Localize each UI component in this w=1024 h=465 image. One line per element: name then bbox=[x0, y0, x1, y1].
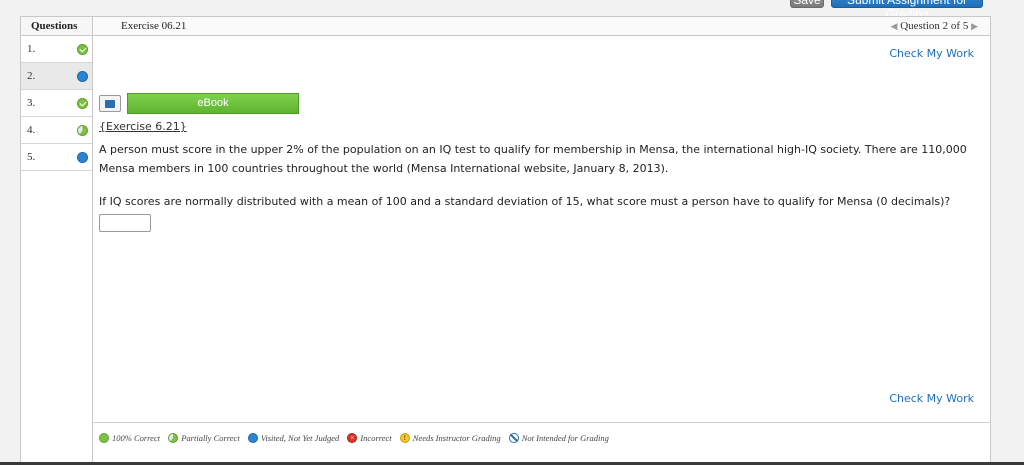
legend-label: Partially Correct bbox=[181, 433, 240, 443]
submit-assignment-button[interactable]: Submit Assignment for Grading bbox=[831, 0, 983, 21]
question-item-3[interactable]: 3. bbox=[21, 90, 92, 117]
question-item-4[interactable]: 4. bbox=[21, 117, 92, 144]
legend-item: ! Needs Instructor Grading bbox=[399, 433, 501, 443]
status-legend: 100% Correct Partially Correct Visited, … bbox=[93, 422, 990, 452]
check-my-work-link-bottom[interactable]: Check My Work bbox=[889, 392, 974, 405]
next-question-icon[interactable]: ▶ bbox=[971, 21, 978, 31]
exercise-title: Exercise 06.21 bbox=[121, 20, 187, 32]
partial-icon bbox=[168, 433, 179, 443]
question-number: 5. bbox=[27, 151, 36, 163]
exercise-reference-link[interactable]: {Exercise 6.21} bbox=[99, 120, 187, 133]
question-prompt: A person must score in the upper 2% of t… bbox=[99, 143, 967, 175]
incorrect-icon: × bbox=[347, 433, 358, 443]
legend-label: Visited, Not Yet Judged bbox=[260, 433, 340, 443]
visited-icon bbox=[77, 71, 88, 82]
ebook-button[interactable]: eBook bbox=[127, 93, 299, 114]
correct-icon bbox=[77, 98, 88, 109]
legend-label: Not Intended for Grading bbox=[521, 433, 609, 443]
save-button[interactable]: Save bbox=[790, 0, 824, 8]
question-number: 3. bbox=[27, 97, 36, 109]
question-item-5[interactable]: 5. bbox=[21, 144, 92, 171]
book-icon[interactable] bbox=[99, 95, 121, 112]
answer-input[interactable] bbox=[99, 214, 151, 232]
assignment-frame: Questions 1. 2. 3. 4. 5. Exercise 06.21 … bbox=[20, 16, 991, 465]
question-text: If IQ scores are normally distributed wi… bbox=[99, 195, 951, 208]
legend-label: 100% Correct bbox=[112, 433, 161, 443]
check-my-work-link-top[interactable]: Check My Work bbox=[889, 47, 974, 60]
exercise-topbar: Exercise 06.21 ◀ Question 2 of 5 ▶ bbox=[93, 17, 990, 36]
partial-icon bbox=[77, 125, 88, 136]
question-item-1[interactable]: 1. bbox=[21, 36, 92, 63]
instructor-icon: ! bbox=[399, 433, 410, 443]
questions-header: Questions bbox=[21, 17, 92, 36]
prev-question-icon[interactable]: ◀ bbox=[891, 21, 898, 31]
visited-icon bbox=[77, 152, 88, 163]
legend-item: Not Intended for Grading bbox=[508, 433, 609, 443]
legend-label: Needs Instructor Grading bbox=[412, 433, 501, 443]
correct-icon bbox=[99, 433, 109, 443]
legend-label: Incorrect bbox=[360, 433, 392, 443]
visited-icon bbox=[247, 433, 258, 443]
questions-sidebar: Questions 1. 2. 3. 4. 5. bbox=[21, 17, 93, 464]
question-item-2[interactable]: 2. bbox=[21, 63, 92, 90]
legend-item: × Incorrect bbox=[347, 433, 392, 443]
question-number: 2. bbox=[27, 70, 36, 82]
question-position: Question 2 of 5 bbox=[900, 20, 969, 32]
not-graded-icon bbox=[508, 433, 519, 443]
legend-item: Partially Correct bbox=[168, 433, 240, 443]
ebook-area: eBook bbox=[99, 93, 299, 114]
correct-icon bbox=[77, 44, 88, 55]
question-number: 4. bbox=[27, 124, 36, 136]
legend-item: Visited, Not Yet Judged bbox=[247, 433, 340, 443]
question-number: 1. bbox=[27, 43, 36, 55]
question-content: Check My Work eBook {Exercise 6.21} A pe… bbox=[93, 36, 990, 464]
question-navigator: ◀ Question 2 of 5 ▶ bbox=[891, 20, 978, 32]
legend-item: 100% Correct bbox=[99, 433, 160, 443]
